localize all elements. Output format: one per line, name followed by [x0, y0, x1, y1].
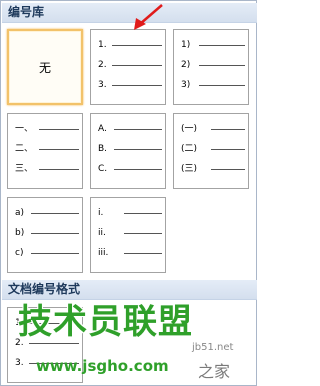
watermark-url: www.jsgho.com — [36, 357, 169, 375]
watermark-logo: 技术员联盟 — [18, 302, 193, 342]
watermark-side-text: jb51.net — [192, 342, 234, 353]
watermark-mark: 之家 — [198, 362, 231, 381]
